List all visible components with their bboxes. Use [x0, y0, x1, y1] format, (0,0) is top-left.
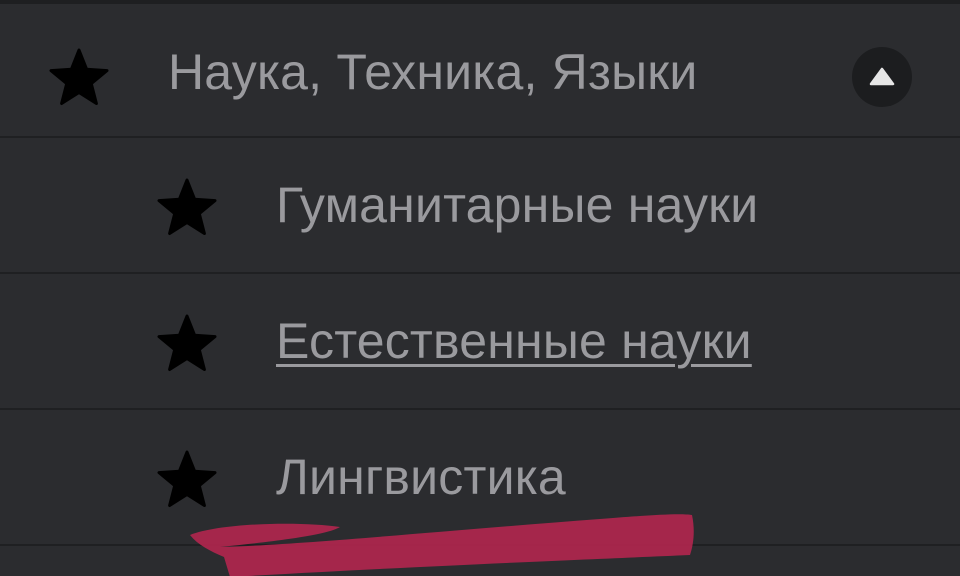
star-icon[interactable]	[156, 314, 218, 374]
collapse-button[interactable]	[852, 47, 912, 107]
subcategory-label[interactable]: Гуманитарные науки	[276, 175, 758, 235]
chevron-up-icon	[869, 67, 895, 87]
category-label: Наука, Техника, Языки	[168, 44, 698, 100]
category-row-science[interactable]: Наука, Техника, Языки	[0, 4, 960, 138]
subcategory-link[interactable]: Естественные науки	[276, 311, 752, 371]
subcategory-row-humanities[interactable]: Гуманитарные науки	[0, 138, 960, 274]
subcategory-row-natural-sciences[interactable]: Естественные науки	[0, 274, 960, 410]
star-icon[interactable]	[156, 450, 218, 510]
subcategory-row-linguistics[interactable]: Лингвистика	[0, 410, 960, 546]
subcategory-label[interactable]: Лингвистика	[276, 447, 566, 507]
partial-row	[0, 546, 960, 576]
star-icon[interactable]	[156, 178, 218, 238]
category-menu: Наука, Техника, Языки Гуманитарные науки…	[0, 0, 960, 576]
star-icon[interactable]	[48, 48, 110, 108]
